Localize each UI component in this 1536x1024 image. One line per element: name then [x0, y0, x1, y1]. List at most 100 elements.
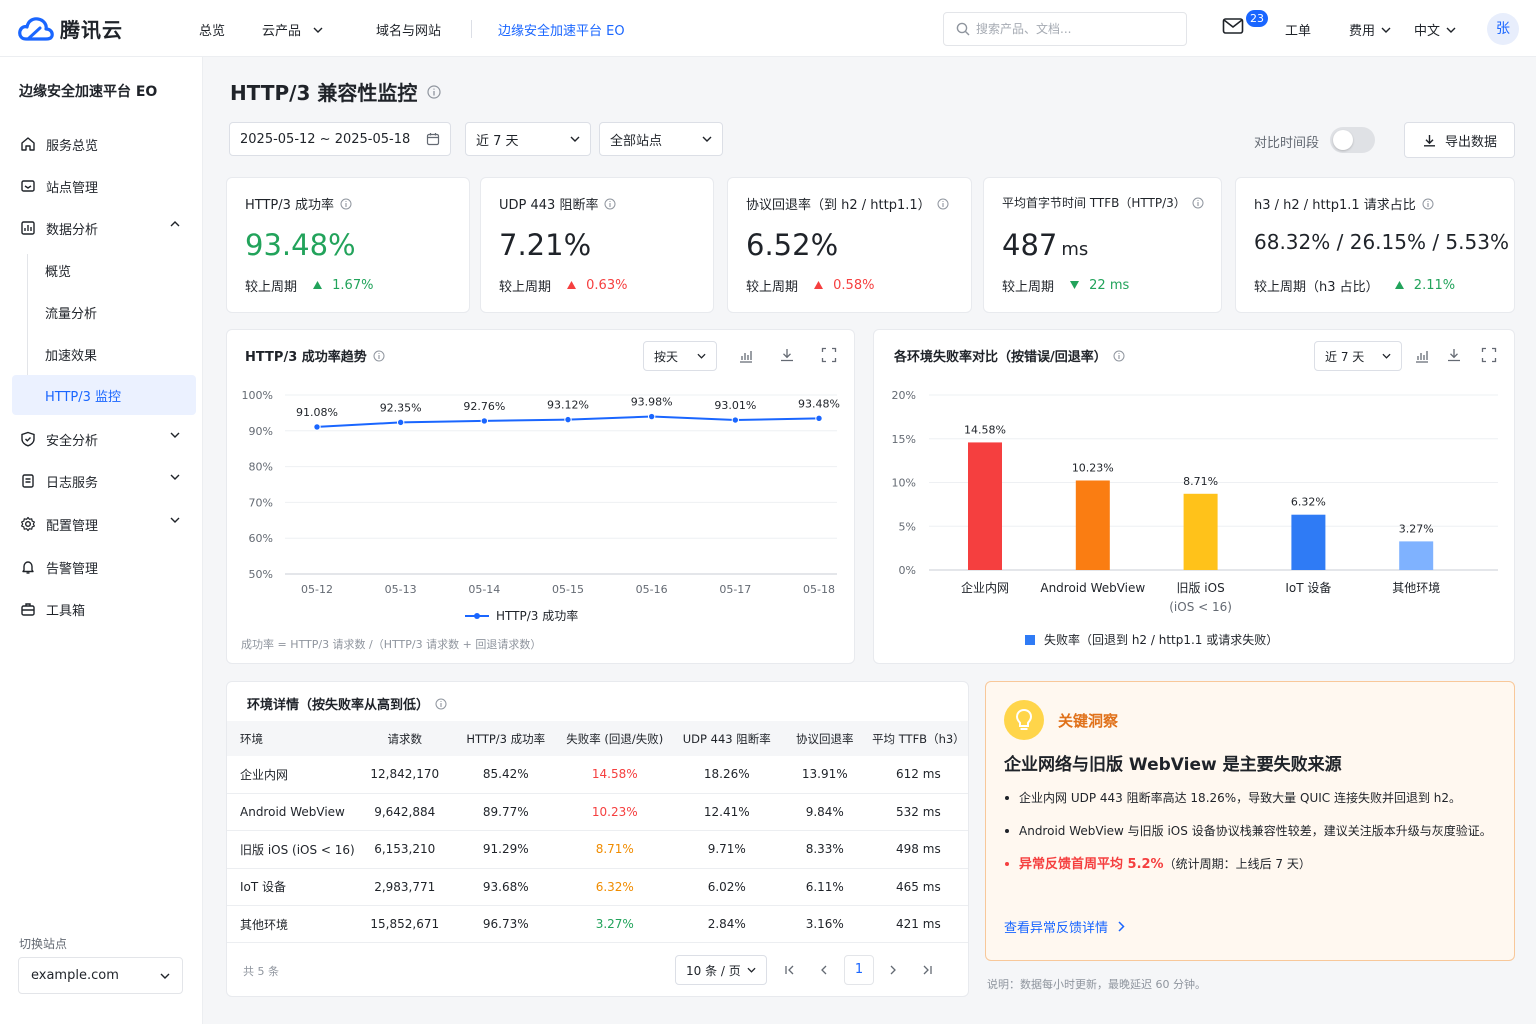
failure-period-value: 近 7 天 — [1325, 349, 1365, 364]
data-label: 93.98% — [631, 396, 673, 409]
table-cell: 8.33% — [780, 830, 869, 869]
table-header-cell[interactable]: UDP 443 阻断率 — [672, 721, 781, 756]
sidebar-item-toolbox[interactable]: 工具箱 — [12, 589, 196, 629]
trend-chart-title: HTTP/3 成功率趋势 — [245, 346, 385, 365]
billing-label: 费用 — [1349, 24, 1376, 39]
sidebar-item-overview[interactable]: 服务总览 — [12, 124, 196, 164]
info-icon[interactable] — [1192, 197, 1204, 209]
site-switch-select[interactable]: example.com — [18, 957, 183, 994]
kpi-label-text: UDP 443 阻断率 — [499, 198, 599, 213]
data-point — [731, 416, 740, 424]
sidebar-item-security[interactable]: 安全分析 — [12, 419, 196, 459]
sidebar-item-analytics[interactable]: 数据分析 — [12, 208, 196, 248]
failure-period-select[interactable]: 近 7 天 — [1314, 341, 1402, 371]
table-row[interactable]: 旧版 iOS (iOS < 16) 6,153,210 91.29% 8.71%… — [227, 830, 968, 869]
fullscreen-icon[interactable] — [821, 347, 837, 363]
last-page-icon[interactable] — [921, 964, 933, 976]
ticket-link[interactable]: 工单 — [1285, 20, 1311, 39]
chevron-down-icon — [313, 27, 323, 33]
next-page-icon[interactable] — [887, 964, 899, 976]
kpi-label-text: 协议回退率（到 h2 / http1.1） — [746, 198, 931, 213]
fullscreen-icon[interactable] — [1481, 347, 1497, 363]
global-search[interactable] — [943, 12, 1187, 46]
download-icon[interactable] — [1446, 347, 1462, 363]
sidebar-item-label: 站点管理 — [46, 180, 99, 196]
x-tick-label: 05-18 — [803, 583, 835, 596]
chevron-down-icon — [170, 517, 180, 523]
sidebar-item-label: 流量分析 — [45, 306, 98, 322]
kpi-card-protocol-share: h3 / h2 / http1.1 请求占比 68.32% / 26.15% /… — [1235, 177, 1515, 313]
info-icon[interactable] — [937, 198, 949, 210]
nav-domains[interactable]: 域名与网站 — [376, 20, 441, 39]
search-input[interactable] — [976, 22, 1166, 36]
table-row[interactable]: 企业内网 12,842,170 85.42% 14.58% 18.26% 13.… — [227, 756, 968, 794]
sidebar-item-alerts[interactable]: 告警管理 — [12, 547, 196, 587]
anomaly-feedback-link[interactable]: 查看异常反馈详情 — [1004, 917, 1125, 936]
table-row[interactable]: 其他环境 15,852,671 96.73% 3.27% 2.84% 3.16%… — [227, 905, 968, 944]
nav-edgeone[interactable]: 边缘安全加速平台 EO — [498, 20, 625, 39]
table-header-cell[interactable]: 失败率 (回退/失败) — [556, 721, 673, 756]
site-switch-value: example.com — [31, 968, 119, 983]
log-icon — [22, 474, 34, 488]
period-select[interactable]: 近 7 天 — [465, 122, 591, 156]
nav-products[interactable]: 云产品 — [262, 20, 323, 39]
shield-icon — [21, 431, 35, 447]
x-tick-label: 05-14 — [468, 583, 500, 596]
page-number-current[interactable]: 1 — [844, 955, 874, 985]
billing-menu[interactable]: 费用 — [1349, 20, 1391, 39]
table-row[interactable]: IoT 设备 2,983,771 93.68% 6.32% 6.02% 6.11… — [227, 868, 968, 907]
sidebar-item-logs[interactable]: 日志服务 — [12, 461, 196, 501]
sidebar-item-config[interactable]: 配置管理 — [12, 504, 196, 544]
table-header-cell[interactable]: 环境 — [227, 721, 355, 756]
info-icon[interactable] — [427, 84, 441, 99]
table-cell: 2,983,771 — [354, 868, 455, 907]
mail-icon[interactable] — [1222, 17, 1244, 35]
table-cell: IoT 设备 — [227, 868, 355, 907]
info-icon[interactable] — [604, 198, 616, 210]
language-menu[interactable]: 中文 — [1414, 20, 1456, 39]
table-header-cell[interactable]: HTTP/3 成功率 — [454, 721, 557, 756]
user-avatar[interactable]: 张 — [1487, 13, 1519, 45]
info-icon[interactable] — [1422, 198, 1434, 210]
table-row[interactable]: Android WebView 9,642,884 89.77% 10.23% … — [227, 793, 968, 832]
station-select[interactable]: 全部站点 — [599, 122, 723, 156]
sidebar-item-sites[interactable]: 站点管理 — [12, 166, 196, 206]
export-label: 导出数据 — [1444, 134, 1497, 150]
info-icon[interactable] — [373, 350, 385, 362]
trend-title-text: HTTP/3 成功率趋势 — [245, 350, 367, 365]
legend-label: 失败率（回退到 h2 / http1.1 或请求失败） — [1044, 632, 1278, 647]
info-icon[interactable] — [340, 198, 352, 210]
bar — [1075, 480, 1110, 570]
table-cell: 89.77% — [454, 793, 557, 832]
date-range-picker[interactable]: 2025-05-12 ~ 2025-05-18 — [229, 122, 451, 156]
insight-card: 关键洞察 企业网络与旧版 WebView 是主要失败来源 企业内网 UDP 44… — [985, 681, 1515, 961]
prev-page-icon[interactable] — [818, 964, 830, 976]
kpi-delta-value: 0.63% — [586, 278, 628, 293]
table-header-cell[interactable]: 协议回退率 — [780, 721, 869, 756]
nav-overview[interactable]: 总览 — [199, 20, 225, 39]
first-page-icon[interactable] — [784, 964, 796, 976]
insight-tag: 关键洞察 — [1058, 712, 1119, 730]
info-icon[interactable] — [435, 698, 447, 710]
sidebar-item-traffic[interactable]: 流量分析 — [12, 292, 196, 332]
chart-type-icon[interactable] — [738, 348, 754, 364]
brand-logo[interactable]: 腾讯云 — [18, 14, 123, 43]
granularity-select[interactable]: 按天 — [643, 341, 717, 371]
table-header-cell[interactable]: 请求数 — [354, 721, 455, 756]
chart-type-icon[interactable] — [1414, 348, 1430, 364]
kpi-delta: 0.63% — [567, 278, 627, 293]
y-tick-label: 70% — [249, 496, 273, 509]
page-size-select[interactable]: 10 条 / 页 — [675, 955, 767, 985]
sidebar-item-summary[interactable]: 概览 — [12, 250, 196, 290]
kpi-label: h3 / h2 / http1.1 请求占比 — [1254, 194, 1434, 213]
chevron-down-icon — [160, 973, 170, 979]
info-icon[interactable] — [1113, 350, 1125, 362]
compare-toggle[interactable] — [1330, 127, 1375, 153]
table-header-cell[interactable]: 平均 TTFB（h3） — [868, 721, 968, 756]
download-icon[interactable] — [779, 347, 795, 363]
table-cell: 2.84% — [672, 905, 781, 944]
sidebar-item-acceleration[interactable]: 加速效果 — [12, 334, 196, 374]
station-value: 全部站点 — [610, 133, 663, 149]
export-button[interactable]: 导出数据 — [1404, 122, 1515, 158]
sidebar-item-http3[interactable]: HTTP/3 监控 — [12, 375, 196, 415]
